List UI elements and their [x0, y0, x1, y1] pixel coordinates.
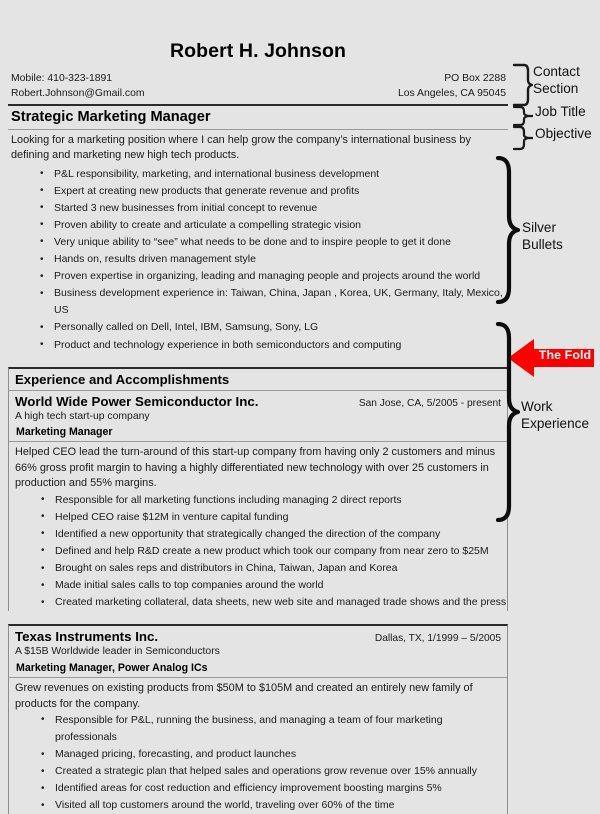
list-item: Helped CEO raise $12M in venture capital…: [9, 508, 507, 526]
job-summary: Grew revenues on existing products from …: [15, 682, 473, 710]
list-item: Identified a new opportunity that strate…: [9, 525, 507, 543]
list-item: Visited all top customers around the wor…: [9, 797, 507, 814]
contact-city-state-zip: Los Angeles, CA 95045: [397, 87, 506, 99]
list-item: P&L responsibility, marketing, and inter…: [8, 165, 508, 183]
list-item: Identified areas for cost reduction and …: [9, 780, 507, 797]
list-item: Started 3 new businesses from initial co…: [8, 199, 508, 217]
brace-objective: [512, 125, 533, 151]
job-summary: Helped CEO lead the turn-around of this …: [15, 446, 496, 490]
list-item: Business development experience in: Taiw…: [8, 285, 508, 319]
job-entry-world-wide-power: World Wide Power Semiconductor Inc. San …: [9, 391, 507, 612]
list-item: Responsible for P&L, running the busines…: [9, 711, 507, 746]
list-item: Defined and help R&D create a new produc…: [9, 542, 507, 560]
contact-phone: Mobile: 410-323-1891: [11, 73, 113, 84]
job-title: Strategic Marketing Manager: [11, 109, 211, 125]
silver-bullets-list: P&L responsibility, marketing, and inter…: [8, 165, 508, 354]
list-item: Created marketing collateral, data sheet…: [9, 594, 507, 611]
job-role-title: Marketing Manager: [9, 424, 507, 443]
job-bullets-list: Responsible for all marketing functions …: [9, 491, 507, 612]
the-fold-label: The Fold: [538, 348, 592, 362]
contact-email[interactable]: Robert.Johnson@Gmail.com: [11, 87, 145, 102]
contact-left-block: Mobile: 410-323-1891 Robert.Johnson@Gmai…: [11, 72, 145, 101]
resume-document: Robert H. Johnson Mobile: 410-323-1891 R…: [8, 40, 508, 814]
objective-text: Looking for a marketing position where I…: [11, 134, 471, 162]
job-header: World Wide Power Semiconductor Inc. San …: [9, 391, 507, 409]
list-item: Proven expertise in organizing, leading …: [8, 268, 508, 285]
brace-contact-section: [512, 63, 533, 107]
annotation-silver-bullets: Silver Bullets: [522, 220, 563, 252]
list-item: Very unique ability to “see” what needs …: [8, 233, 508, 251]
company-location-dates: San Jose, CA, 5/2005 - present: [358, 397, 501, 409]
list-item: Responsible for all marketing functions …: [9, 491, 507, 509]
job-header: Texas Instruments Inc. Dallas, TX, 1/199…: [9, 626, 507, 644]
list-item: Created a strategic plan that helped sal…: [9, 763, 507, 780]
page-title: Robert H. Johnson: [169, 40, 347, 62]
list-item: Managed pricing, forecasting, and produc…: [9, 746, 507, 763]
list-item: Made initial sales calls to top companie…: [9, 577, 507, 594]
contact-section: Mobile: 410-323-1891 Robert.Johnson@Gmai…: [8, 72, 508, 101]
experience-heading: Experience and Accomplishments: [9, 369, 507, 391]
list-item: Proven ability to create and articulate …: [8, 216, 508, 234]
brace-job-title: [512, 105, 533, 127]
job-entry-texas-instruments: Texas Instruments Inc. Dallas, TX, 1/199…: [8, 624, 508, 814]
contact-right-block: PO Box 2288 Los Angeles, CA 95045: [398, 72, 506, 101]
list-item: Brought on sales reps and distributors i…: [9, 560, 507, 577]
the-fold-callout: The Fold: [508, 336, 594, 380]
company-description: A high tech start-up company: [15, 410, 150, 422]
job-bullets-list: Responsible for P&L, running the busines…: [9, 711, 507, 814]
brace-work-experience: [495, 322, 520, 522]
annotation-contact-section: Contact Section: [533, 64, 580, 96]
list-item: Product and technology experience in bot…: [8, 336, 508, 354]
experience-section: Experience and Accomplishments World Wid…: [8, 366, 508, 612]
contact-po-box: PO Box 2288: [444, 73, 506, 84]
company-description: A $15B Worldwide leader in Semiconductor…: [15, 646, 220, 658]
company-name: World Wide Power Semiconductor Inc.: [15, 393, 259, 409]
company-location-dates: Dallas, TX, 1/1999 – 5/2005: [374, 633, 501, 645]
annotation-work-experience: Work Experience: [521, 399, 590, 431]
list-item: Personally called on Dell, Intel, IBM, S…: [8, 319, 508, 336]
job-role-title: Marketing Manager, Power Analog ICs: [9, 660, 507, 679]
annotation-objective: Objective: [535, 126, 592, 141]
company-name: Texas Instruments Inc.: [15, 629, 159, 645]
annotation-job-title: Job Title: [535, 104, 586, 119]
list-item: Expert at creating new products that gen…: [8, 182, 508, 200]
brace-silver-bullets: [495, 156, 520, 304]
list-item: Hands on, results driven management styl…: [8, 251, 508, 268]
